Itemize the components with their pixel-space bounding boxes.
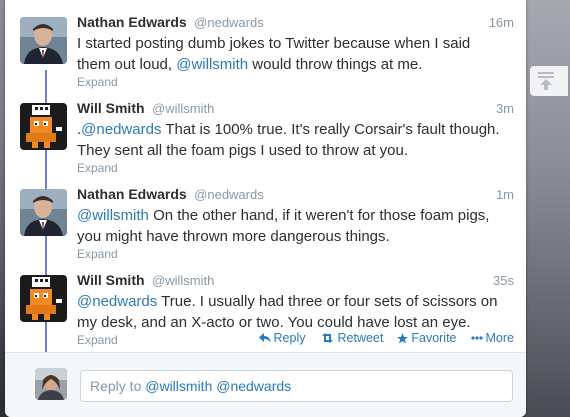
tweet[interactable]: Will Smith @willsmith 3m .@nedwards That… — [5, 86, 526, 175]
tweet-actions: Reply Retweet Favorite More — [258, 331, 514, 345]
tweet[interactable]: Nathan Edwards @nedwards 16m I started p… — [5, 0, 526, 89]
star-icon — [397, 332, 409, 343]
orange-pixel-robot — [20, 103, 67, 150]
desktop-background — [525, 0, 570, 417]
timestamp[interactable]: 1m — [496, 187, 514, 202]
tweet[interactable]: Nathan Edwards @nedwards 1m @willsmith O… — [5, 172, 526, 261]
avatar — [35, 368, 67, 400]
timestamp[interactable]: 35s — [493, 273, 514, 288]
favorite-label: Favorite — [411, 331, 457, 345]
mention-link[interactable]: @willsmith — [176, 56, 248, 73]
user-handle[interactable]: @nedwards — [194, 187, 264, 202]
tweet-text: @willsmith On the other hand, if it were… — [77, 207, 490, 245]
tweet-header: Will Smith @willsmith 35s — [77, 272, 514, 290]
more-dots-icon — [470, 336, 483, 340]
retweet-button[interactable]: Retweet — [320, 331, 384, 345]
more-button[interactable]: More — [470, 331, 514, 345]
mention-link[interactable]: @nedwards — [81, 121, 161, 138]
avatar[interactable] — [20, 189, 67, 236]
display-name[interactable]: Will Smith — [77, 272, 145, 288]
avatar[interactable] — [20, 17, 67, 64]
reply-label: Reply — [273, 331, 306, 345]
tweet-text: .@nedwards That is 100% true. It's reall… — [77, 121, 500, 159]
retweet-icon — [321, 333, 333, 343]
mention-link[interactable]: @willsmith — [77, 207, 149, 224]
tweet-header: Nathan Edwards @nedwards 16m — [77, 14, 514, 32]
expand-link[interactable]: Expand — [77, 333, 118, 347]
user-handle[interactable]: @willsmith — [152, 101, 214, 116]
tweet-text: I started posting dumb jokes to Twitter … — [77, 35, 471, 73]
side-dock-tab[interactable] — [530, 66, 568, 96]
reply-input[interactable]: Reply to @willsmith @nedwards — [80, 370, 513, 402]
avatar[interactable] — [20, 103, 67, 150]
display-name[interactable]: Nathan Edwards — [77, 186, 187, 202]
avatar[interactable] — [20, 275, 67, 322]
user-handle[interactable]: @willsmith — [152, 273, 214, 288]
retweet-label: Retweet — [337, 331, 384, 345]
orange-pixel-robot — [20, 275, 67, 322]
conversation-card: Nathan Edwards @nedwards 16m I started p… — [5, 0, 526, 417]
tweet-text: @nedwards True. I usually had three or f… — [77, 293, 498, 331]
user-handle[interactable]: @nedwards — [194, 15, 264, 30]
timestamp[interactable]: 3m — [496, 101, 514, 116]
display-name[interactable]: Will Smith — [77, 100, 145, 116]
more-label: More — [485, 331, 514, 345]
reply-icon — [258, 333, 271, 343]
tweet-header: Will Smith @willsmith 3m — [77, 100, 514, 118]
timestamp[interactable]: 16m — [489, 15, 514, 30]
reply-button[interactable]: Reply — [258, 331, 306, 345]
mention-link[interactable]: @nedwards — [77, 293, 157, 310]
tweet-header: Nathan Edwards @nedwards 1m — [77, 186, 514, 204]
compose-tray-icon — [538, 72, 554, 90]
favorite-button[interactable]: Favorite — [397, 331, 457, 345]
reply-bar: Reply to @willsmith @nedwards — [5, 352, 526, 417]
display-name[interactable]: Nathan Edwards — [77, 14, 187, 30]
